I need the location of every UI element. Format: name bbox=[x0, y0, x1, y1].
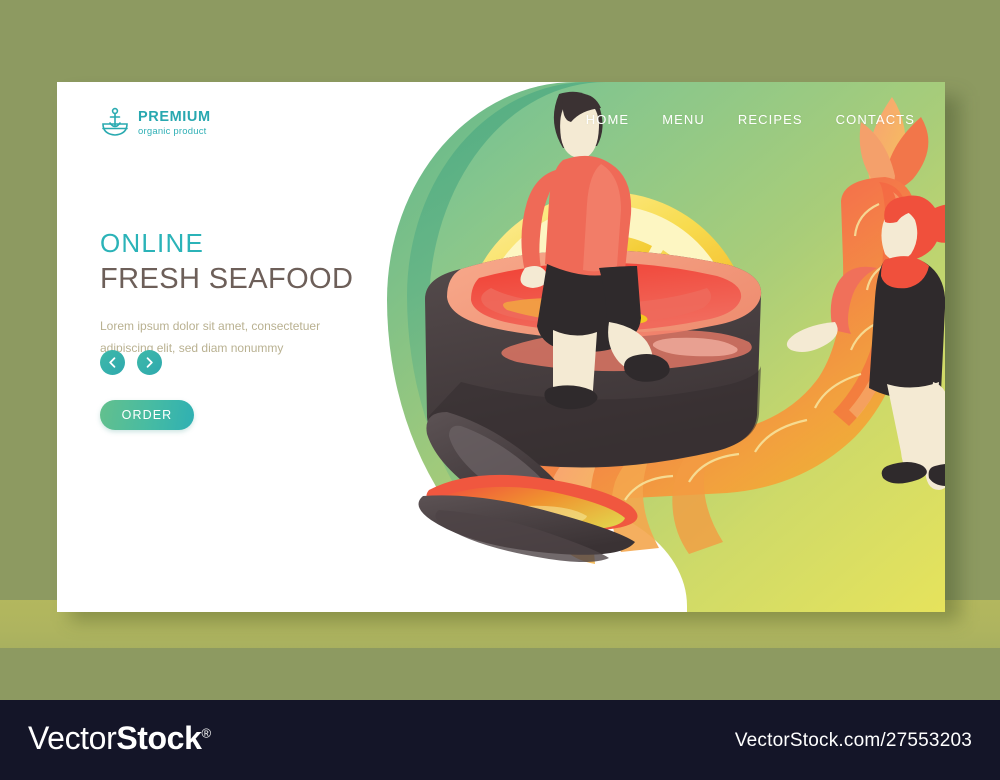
background-lower-band bbox=[0, 648, 1000, 700]
hero-description-line-1: Lorem ipsum dolor sit amet, consectetuer bbox=[100, 318, 321, 333]
vectorstock-logo-thin: Vector bbox=[28, 720, 117, 756]
chevron-right-icon bbox=[146, 357, 153, 368]
landing-page-card: PREMIUM organic product HOME MENU RECIPE… bbox=[57, 82, 945, 612]
order-button[interactable]: ORDER bbox=[100, 400, 194, 430]
logo-title: PREMIUM bbox=[138, 109, 211, 125]
nav-item-home[interactable]: HOME bbox=[586, 112, 629, 127]
nav-item-recipes[interactable]: RECIPES bbox=[738, 112, 803, 127]
slider-controls bbox=[100, 350, 162, 375]
next-slide-button[interactable] bbox=[137, 350, 162, 375]
anchor-bowl-icon bbox=[102, 107, 128, 136]
watermark-bar: VectorStock® VectorStock.com/27553203 bbox=[0, 700, 1000, 780]
logo-subtitle: organic product bbox=[138, 125, 207, 137]
brand-logo[interactable]: PREMIUM organic product bbox=[100, 107, 211, 139]
prev-slide-button[interactable] bbox=[100, 350, 125, 375]
nav-item-contacts[interactable]: CONTACTS bbox=[836, 112, 915, 127]
chevron-left-icon bbox=[109, 357, 116, 368]
screenshot-root: PREMIUM organic product HOME MENU RECIPE… bbox=[0, 0, 1000, 780]
vectorstock-logo: VectorStock® bbox=[28, 722, 211, 754]
main-navigation: HOME MENU RECIPES CONTACTS bbox=[586, 112, 915, 127]
registered-mark: ® bbox=[201, 725, 211, 741]
vectorstock-url: VectorStock.com/27553203 bbox=[734, 730, 972, 751]
nav-item-menu[interactable]: MENU bbox=[662, 112, 705, 127]
page-title: FRESH SEAFOOD bbox=[100, 263, 354, 296]
vectorstock-logo-bold: Stock bbox=[116, 720, 202, 756]
hero-eyebrow: ONLINE bbox=[100, 228, 205, 258]
